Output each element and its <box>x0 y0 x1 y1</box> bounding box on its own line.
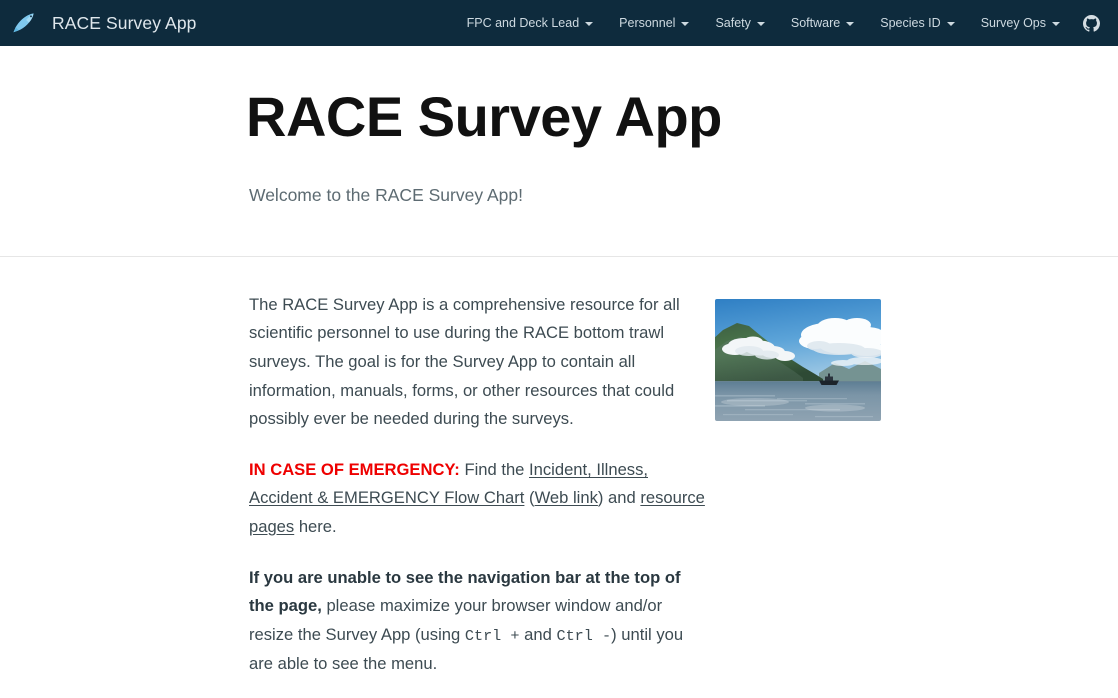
nav-item-label: Software <box>790 15 841 30</box>
nav-item-label: Personnel <box>619 15 676 30</box>
chevron-down-icon <box>1052 22 1060 26</box>
nav-item-personnel[interactable]: Personnel <box>606 9 702 38</box>
main-content: The RACE Survey App is a comprehensive r… <box>0 257 1118 679</box>
nav-item-species-id[interactable]: Species ID <box>867 9 967 38</box>
github-link[interactable] <box>1073 7 1112 40</box>
chevron-down-icon <box>846 22 855 26</box>
nav-item-label: FPC and Deck Lead <box>466 15 580 30</box>
chevron-down-icon <box>756 22 765 26</box>
hero-container: RACE Survey App Welcome to the RACE Surv… <box>0 85 1118 256</box>
emergency-text-after: here. <box>294 516 337 536</box>
keyboard-shortcut-zoom-out: Ctrl - <box>556 626 612 645</box>
chevron-down-icon <box>946 22 955 26</box>
main-container: The RACE Survey App is a comprehensive r… <box>0 291 1118 679</box>
nav-item-label: Safety <box>715 15 751 30</box>
nav-item-label: Species ID <box>880 15 941 30</box>
fish-icon <box>10 9 38 37</box>
hero-section: RACE Survey App Welcome to the RACE Surv… <box>0 46 1118 257</box>
coastal-mountain-photo <box>715 298 881 421</box>
page-subtitle: Welcome to the RACE Survey App! <box>249 184 523 205</box>
nav-item-label: Survey Ops <box>980 15 1046 30</box>
navhelp-text-2: and <box>519 624 557 644</box>
nav-item-safety[interactable]: Safety <box>702 9 777 38</box>
nav-item-software[interactable]: Software <box>778 9 867 38</box>
github-icon-svg <box>1083 14 1100 32</box>
nav-menu: FPC and Deck Lead Personnel Safety Softw… <box>454 7 1118 40</box>
content-column: The RACE Survey App is a comprehensive r… <box>249 291 709 679</box>
fish-icon-svg <box>13 13 34 33</box>
link-web-link[interactable]: Web link <box>535 488 598 507</box>
emergency-label: IN CASE OF EMERGENCY: <box>249 459 460 479</box>
navigation-help-paragraph: If you are unable to see the navigation … <box>249 564 709 679</box>
intro-paragraph: The RACE Survey App is a comprehensive r… <box>249 294 680 429</box>
emergency-paragraph: IN CASE OF EMERGENCY: Find the Incident,… <box>249 456 709 542</box>
nav-item-survey-ops[interactable]: Survey Ops <box>968 9 1073 38</box>
brand-home-link[interactable]: RACE Survey App <box>10 9 196 37</box>
brand-title: RACE Survey App <box>52 12 197 33</box>
chevron-down-icon <box>681 22 690 26</box>
emergency-text-before: Find the <box>459 459 530 479</box>
nav-item-fpc-and-deck-lead[interactable]: FPC and Deck Lead <box>454 9 607 38</box>
top-navigation-bar: RACE Survey App FPC and Deck Lead Person… <box>0 0 1118 46</box>
emergency-close-paren: ) and <box>597 488 641 508</box>
page-title: RACE Survey App <box>246 85 722 148</box>
keyboard-shortcut-zoom-in: Ctrl + <box>464 626 520 645</box>
emergency-open-paren: ( <box>524 488 535 508</box>
hero-spacer <box>249 206 1078 256</box>
coastal-mountain-photo-svg <box>715 298 881 421</box>
chevron-down-icon <box>585 22 594 26</box>
github-icon <box>1083 14 1100 32</box>
